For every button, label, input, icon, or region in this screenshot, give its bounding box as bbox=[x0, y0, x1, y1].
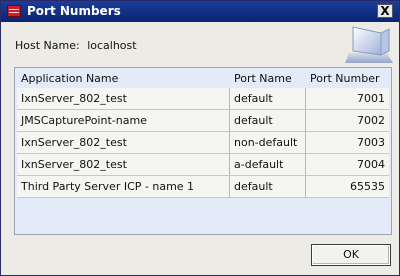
application-name-cell: Third Party Server ICP - name 1 bbox=[17, 176, 230, 197]
port-name-cell: non-default bbox=[230, 132, 306, 153]
application-name-cell: IxnServer_802_test bbox=[17, 154, 230, 175]
app-icon bbox=[7, 5, 21, 17]
window-graphic-icon bbox=[345, 26, 393, 63]
application-name-cell: IxnServer_802_test bbox=[17, 132, 230, 153]
port-name-cell: a-default bbox=[230, 154, 306, 175]
port-name-cell: default bbox=[230, 88, 306, 109]
close-button[interactable]: X bbox=[377, 4, 393, 18]
host-name-row: Host Name: localhost bbox=[15, 39, 137, 52]
table-row[interactable]: Third Party Server ICP - name 1 default … bbox=[17, 176, 389, 198]
title-bar[interactable]: Port Numbers X bbox=[1, 1, 399, 22]
dialog-title: Port Numbers bbox=[27, 4, 121, 18]
ok-button[interactable]: OK bbox=[311, 244, 391, 266]
table-row[interactable]: IxnServer_802_test a-default 7004 bbox=[17, 154, 389, 176]
table-header: Application Name Port Name Port Number bbox=[17, 70, 389, 88]
host-name-value: localhost bbox=[87, 39, 137, 52]
table-row[interactable]: IxnServer_802_test non-default 7003 bbox=[17, 132, 389, 154]
table-row[interactable]: IxnServer_802_test default 7001 bbox=[17, 88, 389, 110]
port-number-cell: 7003 bbox=[357, 136, 385, 149]
close-icon: X bbox=[380, 4, 390, 18]
port-name-cell: default bbox=[230, 176, 306, 197]
application-name-cell: JMSCapturePoint-name bbox=[17, 110, 230, 131]
port-number-cell: 7002 bbox=[357, 114, 385, 127]
port-table: Application Name Port Name Port Number I… bbox=[14, 67, 392, 235]
port-number-cell: 65535 bbox=[350, 180, 385, 193]
column-header-port-name[interactable]: Port Name bbox=[230, 70, 306, 88]
port-number-cell: 7001 bbox=[357, 92, 385, 105]
port-numbers-dialog: Port Numbers X Host Name: localhost Appl… bbox=[0, 0, 400, 276]
column-header-application-name[interactable]: Application Name bbox=[17, 70, 230, 88]
table-row[interactable]: JMSCapturePoint-name default 7002 bbox=[17, 110, 389, 132]
port-name-cell: default bbox=[230, 110, 306, 131]
port-number-cell: 7004 bbox=[357, 158, 385, 171]
host-name-label: Host Name: bbox=[15, 39, 80, 52]
column-header-port-number[interactable]: Port Number bbox=[306, 70, 389, 88]
application-name-cell: IxnServer_802_test bbox=[17, 88, 230, 109]
